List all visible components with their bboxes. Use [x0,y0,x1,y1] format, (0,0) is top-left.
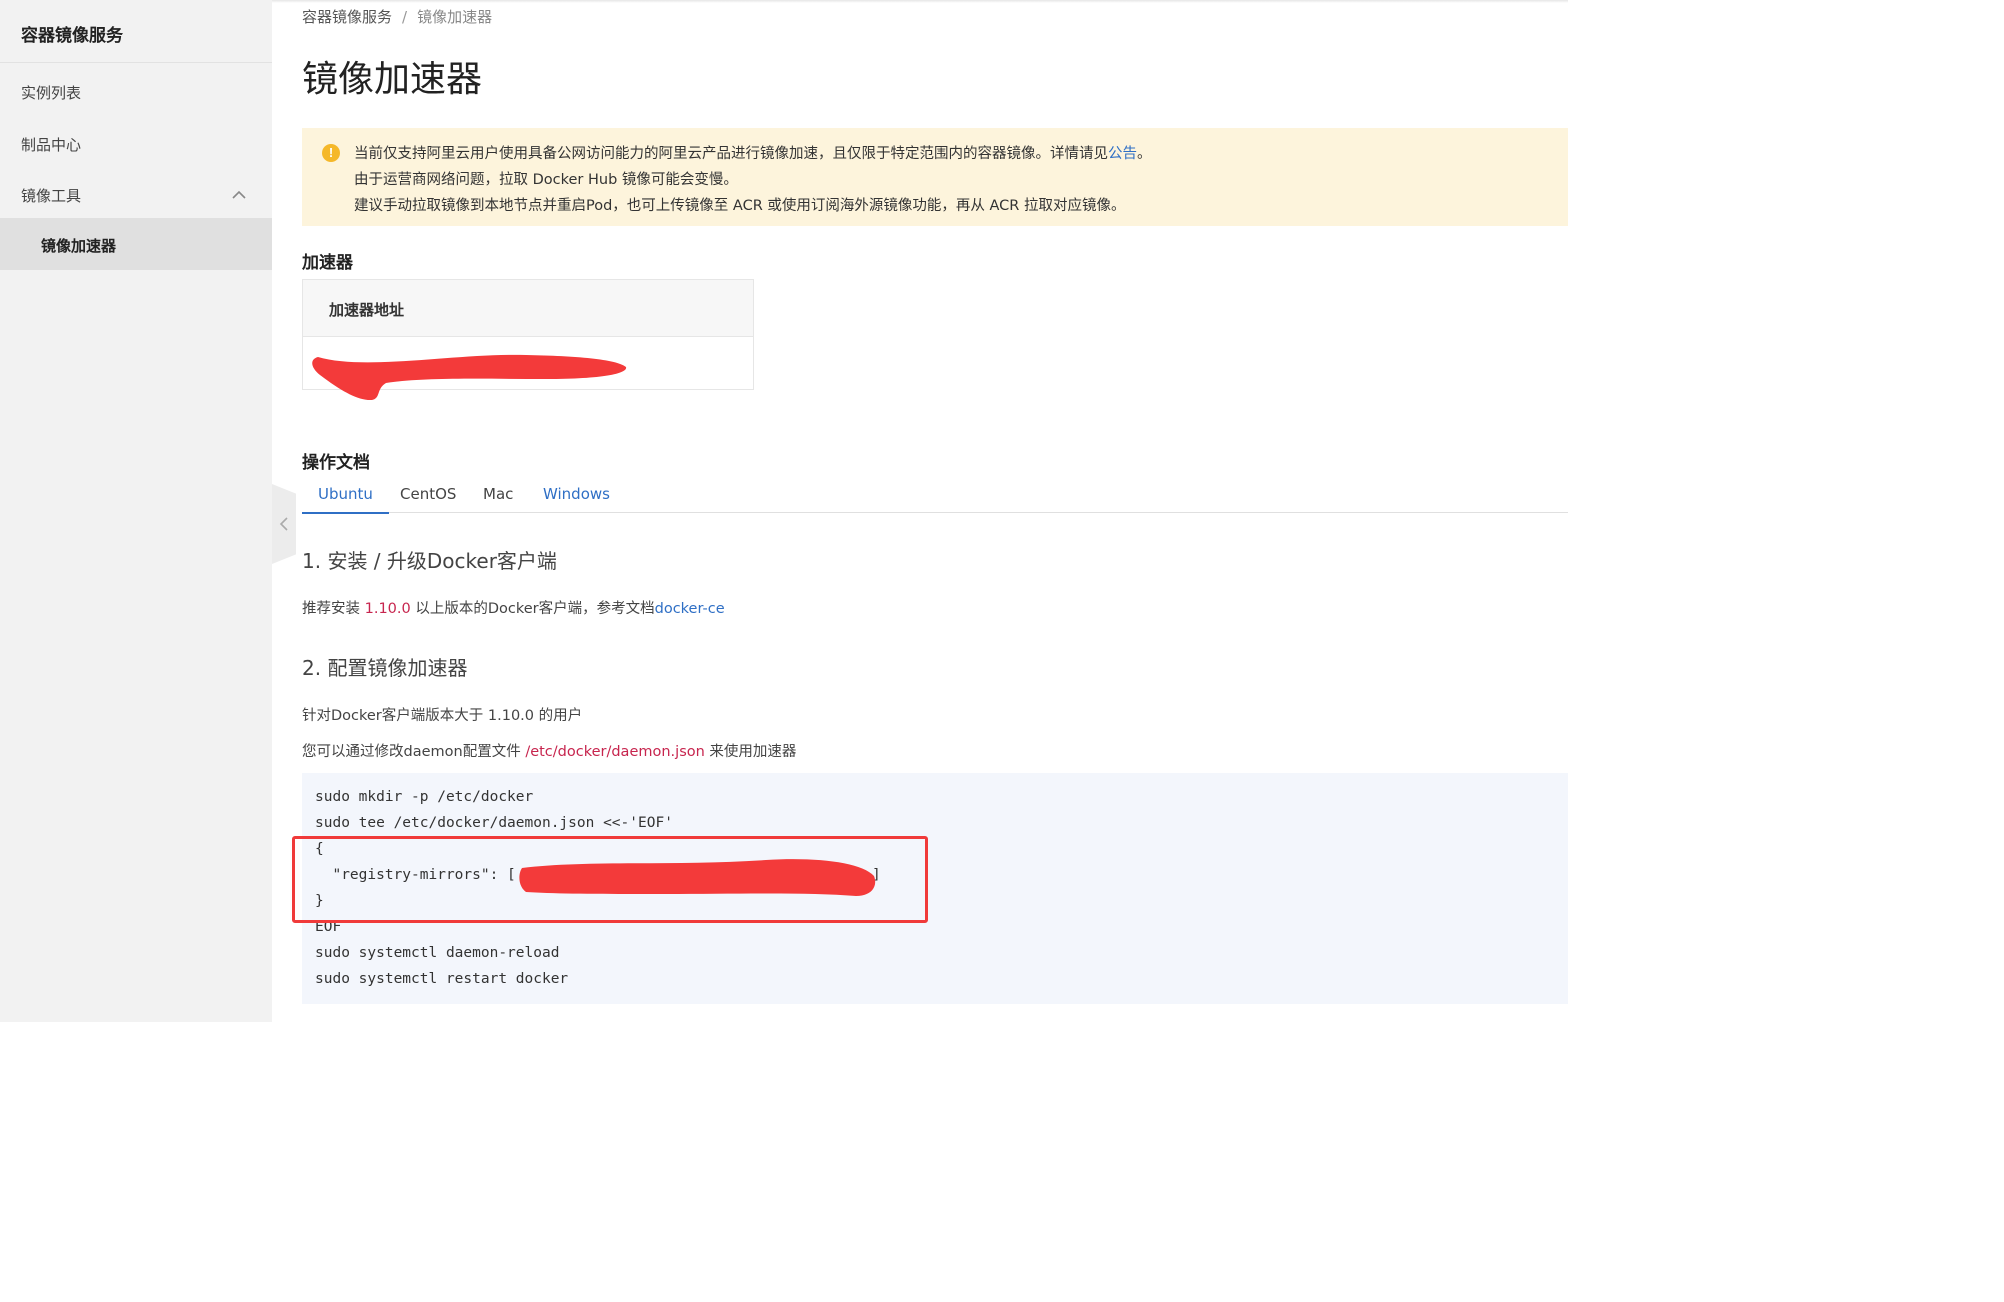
sidebar-title: 容器镜像服务 [21,26,123,46]
sidebar-item-instances[interactable]: 实例列表 [0,65,272,117]
tab-ubuntu[interactable]: Ubuntu [302,485,389,514]
code-line: sudo systemctl restart docker [315,971,569,987]
step-2-line-2: 您可以通过修改daemon配置文件 /etc/docker/daemon.jso… [302,740,796,761]
step-1-text-mid: 以上版本的Docker客户端，参考文档 [410,601,655,617]
breadcrumb-current: 镜像加速器 [417,8,493,26]
chevron-left-icon [279,517,288,531]
step-1-text: 推荐安装 1.10.0 以上版本的Docker客户端，参考文档docker-ce [302,597,725,618]
docs-heading: 操作文档 [302,453,370,473]
step-2-title: 2. 配置镜像加速器 [302,656,468,680]
redaction-scribble [312,354,627,401]
announcement-link[interactable]: 公告 [1108,146,1137,162]
sidebar-item-image-accelerator[interactable]: 镜像加速器 [0,218,272,270]
docker-ce-link[interactable]: docker-ce [655,601,725,617]
config-path-highlight: /etc/docker/daemon.json [525,744,705,760]
sidebar: 容器镜像服务 实例列表 制品中心 镜像工具 镜像加速器 [0,0,272,1022]
alert-line-3: 建议手动拉取镜像到本地节点并重启Pod，也可上传镜像至 ACR 或使用订阅海外源… [354,198,1126,214]
tab-centos[interactable]: CentOS [400,485,456,512]
sidebar-item-label: 实例列表 [21,84,82,102]
step-2-line-2-prefix: 您可以通过修改daemon配置文件 [302,744,526,760]
page-title: 镜像加速器 [302,59,483,100]
step-2-line-2-suffix: 来使用加速器 [704,744,797,760]
tab-mac[interactable]: Mac [483,485,513,512]
warning-alert: ! 当前仅支持阿里云用户使用具备公网访问能力的阿里云产品进行镜像加速，且仅限于特… [302,128,1568,226]
chevron-up-icon[interactable] [232,188,246,202]
os-tabs: Ubuntu CentOS Mac Windows [302,482,1568,514]
sidebar-divider [0,62,272,63]
alert-line-1: 当前仅支持阿里云用户使用具备公网访问能力的阿里云产品进行镜像加速，且仅限于特定范… [354,142,1152,163]
warning-icon: ! [322,144,340,162]
code-line: sudo mkdir -p /etc/docker [315,789,534,805]
alert-line-1-suffix: 。 [1137,146,1152,162]
step-1-text-prefix: 推荐安装 [302,601,365,617]
breadcrumb-root-link[interactable]: 容器镜像服务 [302,8,392,26]
accelerator-address-column: 加速器地址 [329,301,405,319]
redaction-scribble [519,859,876,896]
sidebar-collapse-handle[interactable] [272,484,296,564]
sidebar-item-artifacts[interactable]: 制品中心 [0,117,272,169]
sidebar-item-label: 镜像工具 [21,187,82,205]
version-highlight: 1.10.0 [364,601,411,617]
accelerator-table-header: 加速器地址 [303,280,753,337]
code-line: sudo tee /etc/docker/daemon.json <<-'EOF… [315,815,673,831]
step-1-title: 1. 安装 / 升级Docker客户端 [302,549,557,573]
breadcrumb: 容器镜像服务 / 镜像加速器 [302,6,492,27]
alert-line-1-text: 当前仅支持阿里云用户使用具备公网访问能力的阿里云产品进行镜像加速，且仅限于特定范… [354,146,1108,162]
step-2-line-1: 针对Docker客户端版本大于 1.10.0 的用户 [302,708,583,724]
code-line: sudo systemctl daemon-reload [315,945,560,961]
sidebar-item-image-tools[interactable]: 镜像工具 [0,168,272,220]
tab-windows[interactable]: Windows [543,485,610,512]
alert-line-2: 由于运营商网络问题，拉取 Docker Hub 镜像可能会变慢。 [354,172,738,188]
sidebar-item-label: 制品中心 [21,136,82,154]
accelerator-heading: 加速器 [302,253,353,273]
breadcrumb-separator: / [402,8,408,26]
sidebar-item-label: 镜像加速器 [41,237,117,255]
top-shadow [272,0,1568,3]
